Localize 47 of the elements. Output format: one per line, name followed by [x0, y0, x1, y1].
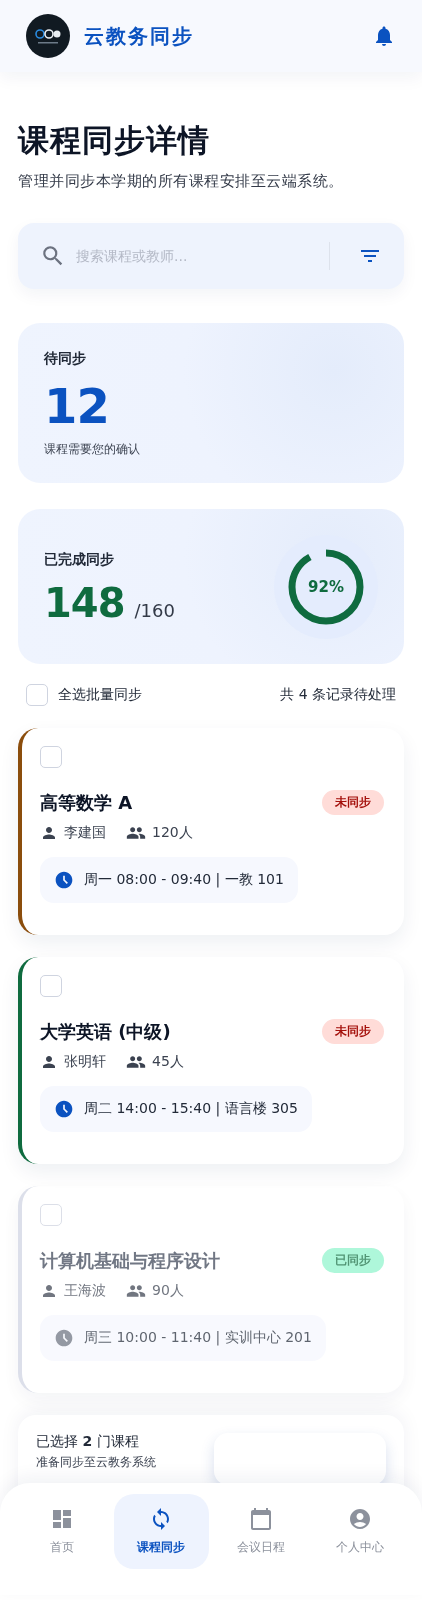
course-title: 大学英语 (中级): [40, 1019, 171, 1044]
clock-icon: [54, 1099, 74, 1119]
page-subtitle: 管理并同步本学期的所有课程安排至云端系统。: [18, 172, 345, 191]
completed-count: 148: [44, 582, 125, 623]
selection-count: 已选择 2 门课程: [36, 1433, 140, 1451]
select-all-label: 全选批量同步: [58, 686, 143, 704]
course-checkbox[interactable]: [40, 746, 62, 768]
course-checkbox[interactable]: [40, 975, 62, 997]
selection-note: 准备同步至云教务系统: [36, 1455, 156, 1470]
pending-count: 12: [44, 381, 110, 430]
schedule-text: 周三 10:00 - 11:40 | 实训中心 201: [84, 1329, 312, 1347]
course-title: 高等数学 A: [40, 790, 133, 815]
person-icon: [40, 1053, 58, 1071]
nav-tab[interactable]: 个人中心: [312, 1494, 408, 1569]
schedule-text: 周二 14:00 - 15:40 | 语言楼 305: [84, 1100, 298, 1118]
record-count: 共 4 条记录待处理: [280, 686, 396, 704]
logo-icon: [26, 14, 70, 58]
student-count: 45人: [152, 1053, 184, 1071]
nav-tab[interactable]: 会议日程: [213, 1494, 309, 1569]
status-badge: 已同步: [322, 1248, 384, 1273]
total-count: /160: [134, 599, 175, 621]
progress-percent: 92%: [308, 577, 344, 596]
app-title: 云教务同步: [84, 22, 195, 50]
nav-tab[interactable]: 课程同步: [113, 1494, 209, 1569]
student-count: 90人: [152, 1282, 184, 1300]
profile-icon: [348, 1507, 373, 1531]
clock-icon: [54, 1328, 74, 1348]
teacher-name: 张明轩: [64, 1053, 106, 1071]
page-title: 课程同步详情: [18, 121, 211, 160]
clock-icon: [54, 870, 74, 890]
person-icon: [40, 1282, 58, 1300]
stat-label: 已完成同步: [44, 550, 115, 569]
sync-button[interactable]: [214, 1433, 386, 1485]
select-all-checkbox[interactable]: [26, 684, 48, 706]
nav-tab[interactable]: 首页: [14, 1494, 110, 1569]
student-count: 120人: [152, 824, 193, 842]
course-checkbox[interactable]: [40, 1204, 62, 1226]
status-badge: 未同步: [322, 1019, 384, 1044]
status-badge: 未同步: [322, 790, 384, 815]
teacher-name: 李建国: [64, 824, 106, 842]
person-icon: [40, 824, 58, 842]
schedule-text: 周一 08:00 - 09:40 | 一教 101: [84, 871, 284, 889]
calendar-icon: [248, 1507, 273, 1531]
stat-note: 课程需要您的确认: [44, 441, 140, 457]
stat-label: 待同步: [44, 349, 87, 368]
course-title: 计算机基础与程序设计: [40, 1248, 220, 1273]
teacher-name: 王海波: [64, 1282, 106, 1300]
